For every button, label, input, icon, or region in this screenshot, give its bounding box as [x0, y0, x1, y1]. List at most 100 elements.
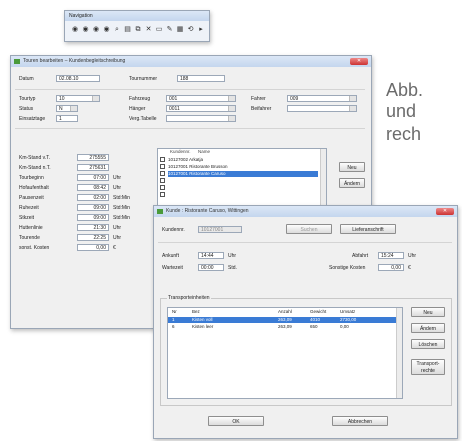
copy-icon[interactable]: ⧉: [134, 26, 142, 34]
transporteinheiten-title: Transporteinheiten: [167, 295, 211, 301]
customer-window-titlebar: Kunde : Ristorante Caruso, Wittingen ✕: [154, 206, 457, 217]
navigation-toolbar: Navigation ◉ ◉ ◉ ◉ ⌕ ▤ ⧉ ✕ ▭ ✎ ▦ ⟲ ▸: [64, 10, 210, 42]
time-row-field[interactable]: 09:00: [77, 214, 109, 221]
time-row-field[interactable]: 275555: [77, 154, 109, 161]
vergtabelle-label: Verg.Tabelle: [129, 116, 157, 122]
einsatztage-stepper[interactable]: 1: [56, 115, 78, 122]
abfahrt-field[interactable]: 15:24: [378, 252, 404, 259]
time-row-unit: Uhr: [113, 225, 122, 231]
ankunft-label: Ankunft: [162, 253, 179, 259]
datum-label: Datum: [19, 76, 34, 82]
divider: [15, 89, 365, 90]
time-row-field[interactable]: 21:30: [77, 224, 109, 231]
customer-window: Kunde : Ristorante Caruso, Wittingen ✕ K…: [153, 205, 458, 439]
cell-umsatz: 2730,00: [340, 317, 357, 322]
print-preview-icon[interactable]: ▭: [155, 26, 163, 34]
kunden-checkbox[interactable]: [160, 171, 165, 176]
abfahrt-unit: Uhr: [408, 253, 417, 259]
kunden-list-item[interactable]: 10127001 Ristorante Caruso: [168, 171, 318, 177]
kunden-checkbox[interactable]: [160, 157, 165, 162]
kunden-checkbox[interactable]: [160, 178, 165, 183]
transporteinheiten-table[interactable]: Nr Bez Anzahl Gewicht Umsatz 1 Kisten vol…: [167, 307, 403, 399]
col-umsatz: Umsatz: [340, 309, 356, 314]
kunden-list[interactable]: Kundennr. Name 10127002 Arkatja 10127001 …: [157, 148, 327, 210]
delete-icon[interactable]: ✕: [145, 26, 153, 34]
cell-bez: Kisten leer: [192, 324, 214, 329]
table-row[interactable]: 1 Kisten voll 263,09 4010 2730,00: [168, 317, 398, 323]
beifahrer-select[interactable]: [287, 105, 357, 112]
loeschen-button[interactable]: Löschen: [411, 339, 445, 349]
kundennr-label: Kundennr.: [162, 227, 185, 233]
time-row-field[interactable]: 08:42: [77, 184, 109, 191]
time-row-field[interactable]: 02:00: [77, 194, 109, 201]
time-row-unit: Uhr: [113, 185, 122, 191]
search-icon[interactable]: ⌕: [113, 26, 121, 34]
status-select[interactable]: N: [56, 105, 78, 112]
col-anzahl: Anzahl: [278, 309, 292, 314]
time-row-field[interactable]: 0,00: [77, 244, 109, 251]
time-row-field[interactable]: 22:25: [77, 234, 109, 241]
kunden-list-item[interactable]: 10127002 Arkatja: [168, 157, 318, 163]
datum-field[interactable]: 02.08.10: [56, 75, 100, 82]
tournummer-field[interactable]: 188: [177, 75, 225, 82]
kunden-scrollbar[interactable]: [320, 149, 326, 209]
circle-last-icon[interactable]: ◉: [103, 26, 111, 34]
edit-icon[interactable]: ✎: [166, 26, 174, 34]
kundennr-field[interactable]: 10127001: [198, 226, 242, 233]
fahrer-label: Fahrer: [251, 96, 266, 102]
table-row[interactable]: 6 Kisten leer 263,09 650 0,00: [168, 324, 398, 330]
time-row-label: sonst. Kosten: [19, 245, 50, 251]
kunden-list-item[interactable]: 10127001 Ristorante Brusson: [168, 164, 318, 170]
fahrer-select[interactable]: 009: [287, 95, 357, 102]
close-icon[interactable]: ✕: [350, 58, 368, 65]
vergtabelle-select[interactable]: [166, 115, 236, 122]
circle-first-icon[interactable]: ◉: [71, 26, 79, 34]
calendar-icon[interactable]: ▦: [176, 26, 184, 34]
time-row-unit: Std:Min: [113, 205, 130, 211]
fahrzeug-select[interactable]: 001: [166, 95, 236, 102]
transporteinheiten-scrollbar[interactable]: [396, 308, 402, 398]
tour-window-titlebar: Touren bearbeiten – Kundenbegleitschreib…: [11, 56, 371, 67]
time-row-label: Km-Stand v.T.: [19, 155, 51, 161]
wartezeit-label: Wartezeit: [162, 265, 183, 271]
ok-button[interactable]: OK: [208, 416, 264, 426]
time-row-unit: Std:Min: [113, 215, 130, 221]
abbrechen-button[interactable]: Abbrechen: [332, 416, 388, 426]
anhaenger-select[interactable]: 0011: [166, 105, 236, 112]
transportrechte-button[interactable]: Transport-rechte: [411, 359, 445, 375]
new-doc-icon[interactable]: ▤: [124, 26, 132, 34]
time-row-field[interactable]: 07:00: [77, 174, 109, 181]
navigation-toolbar-title: Navigation: [65, 11, 209, 21]
time-row-unit: €: [113, 245, 116, 251]
ankunft-field[interactable]: 14:44: [198, 252, 224, 259]
time-row-unit: Uhr: [113, 175, 122, 181]
aendern-button[interactable]: Ändern: [339, 178, 365, 188]
side-text-line-2: und: [386, 101, 417, 121]
cell-anzahl: 263,09: [278, 317, 292, 322]
tourtyp-select[interactable]: 10: [56, 95, 100, 102]
time-row-label: Huttenlinie: [19, 225, 43, 231]
refresh-icon[interactable]: ⟲: [187, 26, 195, 34]
circle-next-icon[interactable]: ◉: [92, 26, 100, 34]
divider: [158, 242, 452, 243]
aendern-button[interactable]: Ändern: [411, 323, 445, 333]
kunden-checkbox[interactable]: [160, 185, 165, 190]
neu-button[interactable]: Neu: [339, 162, 365, 172]
side-text-line-1: Abb.: [386, 80, 424, 100]
time-row-field[interactable]: 275631: [77, 164, 109, 171]
kunden-checkbox[interactable]: [160, 164, 165, 169]
circle-prev-icon[interactable]: ◉: [82, 26, 90, 34]
status-label: Status: [19, 106, 34, 112]
einsatztage-label: Einsatztage: [19, 116, 46, 122]
wartezeit-field[interactable]: 00:00: [198, 264, 224, 271]
sonstige-kosten-field[interactable]: 0,00: [378, 264, 404, 271]
kunden-checkbox[interactable]: [160, 192, 165, 197]
close-icon[interactable]: ✕: [436, 208, 454, 215]
lieferanschrift-button[interactable]: Lieferanschrift: [340, 224, 396, 234]
suchen-button[interactable]: Suchen: [286, 224, 332, 234]
play-icon[interactable]: ▸: [197, 26, 205, 34]
neu-button[interactable]: Neu: [411, 307, 445, 317]
time-row-field[interactable]: 09:00: [77, 204, 109, 211]
side-text-line-3: rech: [386, 124, 422, 144]
app-icon: [157, 209, 163, 214]
